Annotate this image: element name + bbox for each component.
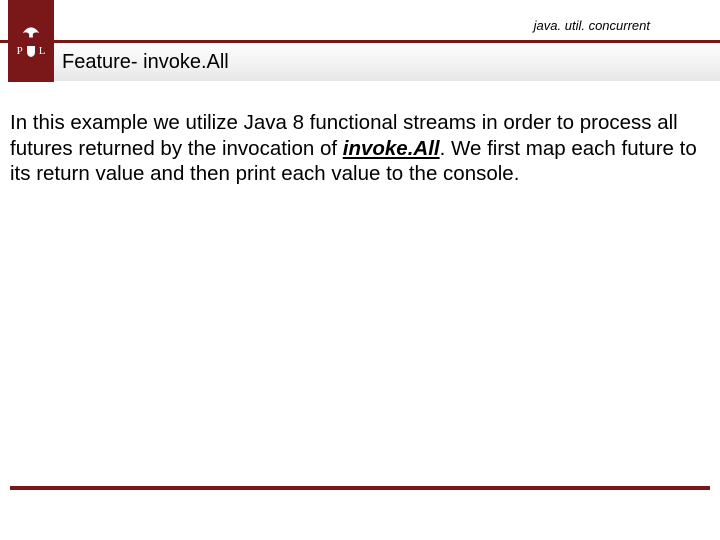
slide-title: Feature- invoke.All [62, 51, 229, 74]
top-bar: java. util. concurrent [0, 0, 720, 40]
divider-bottom [10, 486, 710, 490]
institution-logo: P L [8, 0, 54, 82]
body-paragraph: In this example we utilize Java 8 functi… [10, 110, 700, 187]
eagle-icon [20, 25, 42, 39]
logo-letter-right: L [39, 45, 46, 57]
logo-letters: P L [17, 45, 46, 57]
logo-letter-left: P [17, 45, 23, 57]
package-label: java. util. concurrent [534, 18, 650, 33]
body-emphasis: invoke.All [343, 137, 440, 160]
shield-icon [26, 45, 36, 57]
title-bar: Feature- invoke.All [54, 43, 720, 81]
